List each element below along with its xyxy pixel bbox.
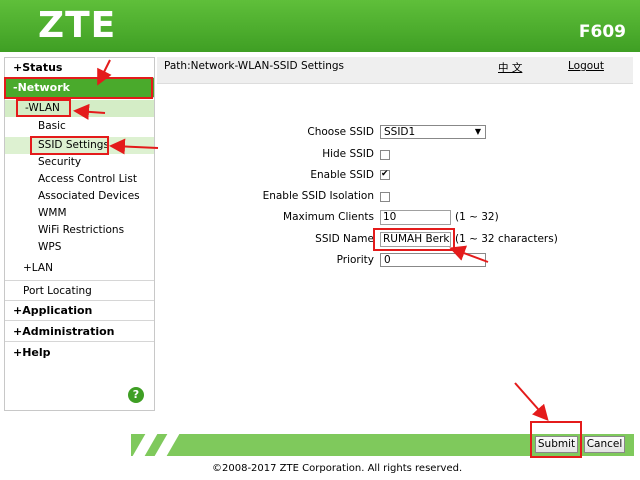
choose-ssid-select[interactable]: SSID1 ▼: [380, 125, 486, 139]
hide-ssid-label: Hide SSID: [322, 148, 374, 160]
cancel-button[interactable]: Cancel: [584, 436, 625, 453]
header-banner: ZTE F609: [0, 0, 640, 52]
enable-ssid-label: Enable SSID: [310, 169, 374, 181]
priority-label: Priority: [336, 254, 374, 266]
nav-help[interactable]: +Help: [5, 343, 154, 363]
ssid-isolation-label: Enable SSID Isolation: [262, 190, 374, 202]
nav-wlan-security[interactable]: Security: [5, 154, 154, 171]
ssid-isolation-checkbox[interactable]: [380, 192, 390, 202]
nav-wlan-wps[interactable]: WPS: [5, 239, 154, 256]
nav-wlan-associated-devices[interactable]: Associated Devices: [5, 188, 154, 205]
path-bar: Path:Network-WLAN-SSID Settings 中 文 Logo…: [157, 57, 633, 84]
annotation-box-submit: [530, 421, 582, 458]
nav-administration[interactable]: +Administration: [5, 322, 154, 342]
nav-wlan-basic[interactable]: Basic: [5, 118, 154, 135]
annotation-box-ssid-settings: [30, 136, 109, 155]
arrow-to-submit: [514, 382, 549, 421]
priority-select[interactable]: 0: [380, 253, 486, 267]
zte-logo: ZTE: [38, 5, 117, 46]
nav-status[interactable]: +Status: [5, 58, 154, 78]
help-icon[interactable]: ?: [128, 387, 144, 403]
choose-ssid-value: SSID1: [384, 126, 416, 138]
nav-application[interactable]: +Application: [5, 301, 154, 321]
max-clients-hint: (1 ~ 32): [455, 211, 499, 223]
enable-ssid-checkbox[interactable]: [380, 168, 390, 180]
hide-ssid-checkbox[interactable]: [380, 150, 390, 160]
logout-link[interactable]: Logout: [568, 60, 604, 72]
nav-wlan-acl[interactable]: Access Control List: [5, 171, 154, 188]
breadcrumb: Path:Network-WLAN-SSID Settings: [164, 60, 345, 72]
annotation-box-network: [4, 77, 153, 99]
language-link[interactable]: 中 文: [498, 60, 522, 75]
nav-port-locating[interactable]: Port Locating: [5, 280, 154, 301]
nav-lan[interactable]: +LAN: [5, 260, 154, 277]
model-label: F609: [578, 22, 626, 42]
bar-stripe: [154, 434, 180, 456]
annotation-box-wlan: [16, 99, 71, 117]
ssid-name-label: SSID Name: [315, 233, 374, 245]
nav-wlan-wmm[interactable]: WMM: [5, 205, 154, 222]
bar-stripe: [132, 434, 158, 456]
ssid-name-hint: (1 ~ 32 characters): [455, 233, 558, 245]
annotation-box-ssid-name: [373, 228, 455, 251]
dropdown-arrow-icon: ▼: [474, 127, 481, 136]
choose-ssid-label: Choose SSID: [307, 126, 374, 138]
max-clients-input[interactable]: 10: [380, 210, 451, 225]
max-clients-label: Maximum Clients: [283, 211, 374, 223]
nav-wlan-wifi-restrictions[interactable]: WiFi Restrictions: [5, 222, 154, 239]
priority-value: 0: [384, 254, 391, 266]
copyright-footer: ©2008-2017 ZTE Corporation. All rights r…: [212, 463, 463, 474]
